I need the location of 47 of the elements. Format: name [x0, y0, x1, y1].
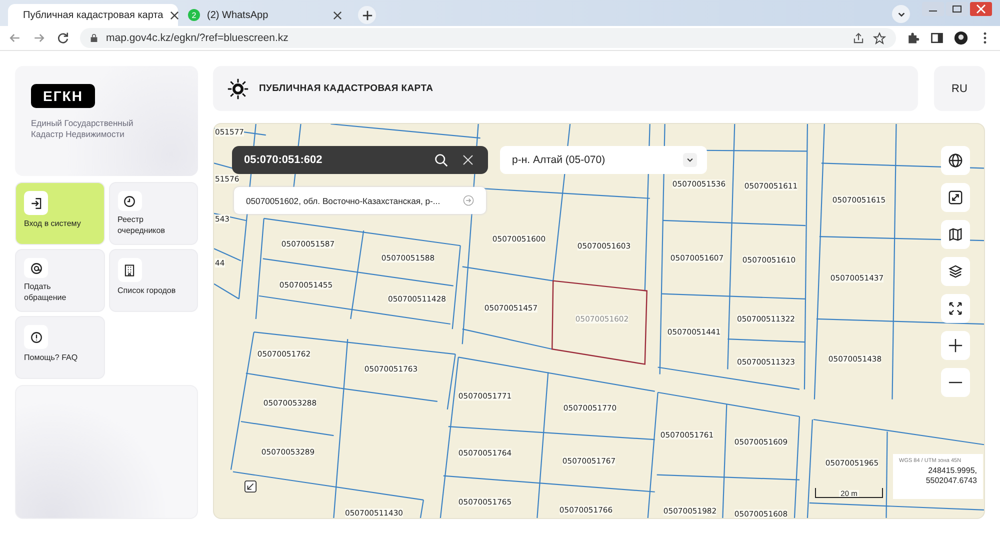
layers-icon[interactable]	[941, 257, 970, 286]
avatar[interactable]	[954, 31, 968, 45]
close-icon[interactable]	[170, 10, 180, 20]
building-icon	[118, 258, 142, 282]
at-sign-icon	[24, 258, 48, 278]
collapse-arrow-icon[interactable]	[244, 480, 257, 493]
tab-search-button[interactable]	[892, 5, 910, 23]
star-icon[interactable]	[873, 32, 886, 44]
clock-icon	[118, 191, 142, 212]
info-icon	[24, 325, 48, 349]
address-bar[interactable]: map.gov4c.kz/egkn/?ref=bluescreen.kz	[80, 28, 896, 48]
zoom-in-icon[interactable]	[941, 331, 970, 360]
logo[interactable]: ЕГКН	[31, 84, 95, 108]
language-button[interactable]: RU	[934, 66, 985, 111]
arrow-circle-icon	[463, 195, 474, 206]
sidebar-icon[interactable]	[930, 31, 944, 45]
menu-tile[interactable]: Реестр очередников	[108, 182, 198, 245]
coordinates-value: 248415.9995, 5502047.6743	[924, 466, 977, 486]
search-field[interactable]: 05:070:051:602	[232, 146, 488, 174]
search-icon[interactable]	[434, 153, 448, 167]
globe-icon[interactable]	[941, 146, 970, 175]
new-tab-button[interactable]	[358, 6, 376, 24]
share-icon[interactable]	[852, 32, 865, 44]
whatsapp-favicon-icon: 2	[188, 9, 200, 21]
browser-tab[interactable]: 2 (2) WhatsApp	[180, 4, 350, 26]
search-suggestion[interactable]: 05070051602, обл. Восточно-Казахстанская, р-...	[234, 187, 486, 214]
menu-tile[interactable]: Подать обращение	[15, 249, 104, 312]
close-icon[interactable]	[333, 10, 342, 20]
browser-tab[interactable]: Публичная кадастровая карта	[8, 4, 178, 26]
menu-tile[interactable]: Вход в систему	[15, 182, 104, 245]
puzzle-icon[interactable]	[906, 31, 920, 45]
menu-tile[interactable]: Помощь? FAQ	[15, 316, 104, 379]
fullscreen-icon[interactable]	[941, 294, 970, 323]
emblem-icon	[227, 78, 249, 100]
chevron-down-icon	[683, 153, 697, 167]
back-arrow-icon[interactable]	[8, 31, 22, 45]
map-icon[interactable]	[941, 220, 970, 249]
menu-tile[interactable]: Список городов	[108, 249, 198, 312]
caret-icon	[896, 10, 906, 18]
page-title: ПУБЛИЧНАЯ КАДАСТРОВАЯ КАРТА	[259, 83, 434, 94]
forward-arrow-icon[interactable]	[32, 31, 46, 45]
plus-icon	[362, 10, 372, 20]
site-subtitle: Единый Государственный Кадастр Недвижимости	[31, 118, 134, 140]
district-dropdown[interactable]: р-н. Алтай (05-070)	[500, 146, 707, 174]
login-icon	[24, 191, 48, 215]
lock-icon[interactable]	[90, 33, 98, 43]
reload-icon[interactable]	[56, 31, 70, 45]
